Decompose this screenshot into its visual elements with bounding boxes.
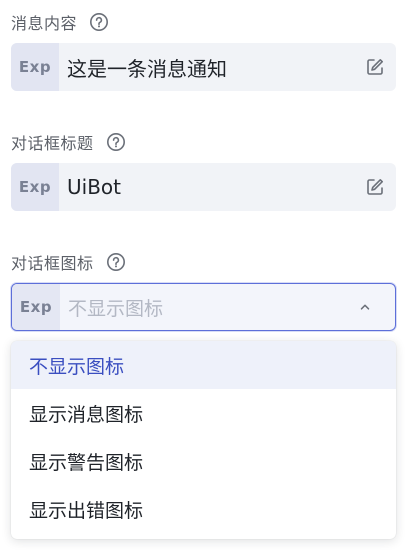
chevron-up-icon[interactable] [355,297,375,317]
dropdown-option-error-icon[interactable]: 显示出错图标 [11,485,396,533]
dialog-title-label-row: 对话框标题 [11,130,126,154]
dialog-icon-label: 对话框图标 [11,254,94,273]
expression-prefix-tag: Exp [11,43,59,91]
message-content-label: 消息内容 [11,14,78,33]
expression-prefix-tag: Exp [12,284,60,330]
question-circle-icon[interactable] [106,132,126,152]
message-content-value[interactable]: 这是一条消息通知 [59,53,364,82]
question-circle-icon[interactable] [89,12,109,32]
message-content-label-row: 消息内容 [11,10,109,34]
dropdown-option-warning-icon[interactable]: 显示警告图标 [11,437,396,485]
edit-pencil-icon[interactable] [364,176,386,198]
dialog-icon-dropdown-menu: 不显示图标 显示消息图标 显示警告图标 显示出错图标 [11,341,396,539]
expression-prefix-tag: Exp [11,163,59,211]
dialog-icon-select-placeholder[interactable]: 不显示图标 [60,294,355,321]
dropdown-option-info-icon[interactable]: 显示消息图标 [11,389,396,437]
dialog-title-label: 对话框标题 [11,134,94,153]
question-circle-icon[interactable] [106,252,126,272]
dialog-icon-label-row: 对话框图标 [11,250,126,274]
dialog-title-field[interactable]: Exp UiBot [11,163,396,211]
dialog-icon-select[interactable]: Exp 不显示图标 [11,283,396,331]
dropdown-option-no-icon[interactable]: 不显示图标 [11,341,396,389]
edit-pencil-icon[interactable] [364,56,386,78]
message-content-field[interactable]: Exp 这是一条消息通知 [11,43,396,91]
dialog-title-value[interactable]: UiBot [59,175,364,199]
